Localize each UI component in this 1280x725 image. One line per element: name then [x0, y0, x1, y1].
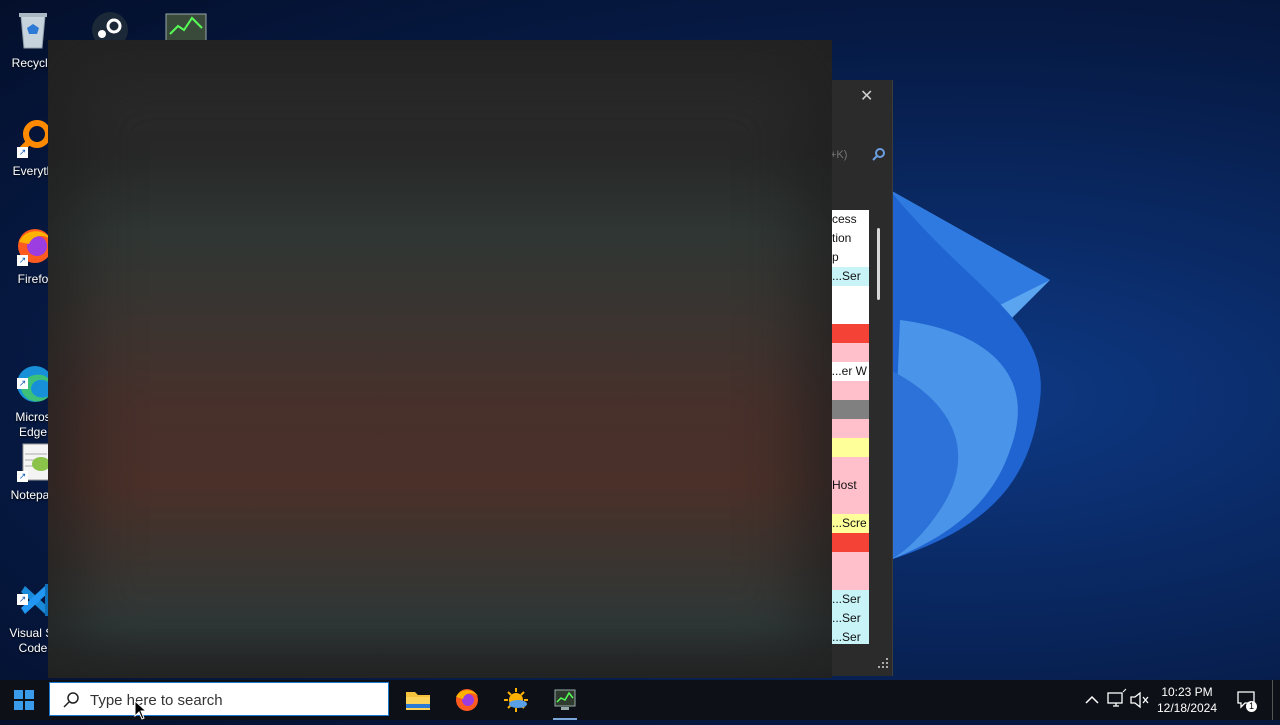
process-row[interactable]: [832, 324, 869, 343]
chevron-up-icon: [1085, 695, 1099, 704]
process-row[interactable]: [832, 495, 869, 514]
process-row[interactable]: tion: [832, 229, 869, 248]
process-row[interactable]: Scre...: [832, 514, 869, 533]
process-row[interactable]: Ser...: [832, 590, 869, 609]
process-row[interactable]: Ser...: [832, 267, 869, 286]
process-row[interactable]: [832, 400, 869, 419]
shortcut-arrow-icon: ↗: [17, 594, 28, 605]
taskbar-weather-app[interactable]: [492, 680, 540, 720]
show-hidden-icons-chevron[interactable]: [1082, 680, 1102, 720]
notification-icon: [1237, 691, 1255, 709]
system-monitor-icon[interactable]: [164, 8, 208, 44]
process-row[interactable]: [832, 457, 869, 476]
process-list[interactable]: cess tion p Ser... er W... Host Scre... Ser... S…: [832, 210, 869, 644]
process-row[interactable]: p: [832, 248, 869, 267]
taskbar: 10:23 PM 12/18/2024 1: [0, 680, 1280, 720]
shortcut-arrow-icon: ↗: [17, 378, 28, 389]
file-explorer-icon: [406, 692, 430, 710]
search-input[interactable]: [88, 688, 382, 712]
process-row[interactable]: [832, 571, 869, 590]
taskbar-firefox[interactable]: [443, 680, 491, 720]
clock-date: 12/18/2024: [1156, 701, 1218, 715]
show-desktop-divider[interactable]: [1272, 680, 1273, 720]
scrollbar[interactable]: [877, 228, 880, 300]
system-monitor-icon: [554, 689, 576, 710]
process-row[interactable]: Host: [832, 476, 869, 495]
process-row[interactable]: Ser...: [832, 609, 869, 628]
process-row[interactable]: [832, 305, 869, 324]
taskbar-search-box[interactable]: [49, 682, 389, 716]
shortcut-arrow-icon: ↗: [17, 147, 28, 158]
start-button[interactable]: [0, 680, 48, 720]
search-icon: [63, 692, 79, 708]
network-status[interactable]: [1104, 680, 1128, 720]
process-row[interactable]: cess: [832, 210, 869, 229]
taskbar-file-explorer[interactable]: [394, 680, 442, 720]
notification-center-button[interactable]: [1234, 680, 1258, 720]
shortcut-arrow-icon: ↗: [17, 471, 28, 482]
process-row[interactable]: Ser...: [832, 628, 869, 644]
firefox-icon: [456, 689, 478, 711]
resize-grip-icon[interactable]: [878, 658, 888, 668]
process-row[interactable]: [832, 286, 869, 305]
notification-count-badge: 1: [1246, 701, 1257, 712]
close-icon[interactable]: ✕: [860, 86, 873, 106]
network-monitor-icon: [1107, 688, 1127, 707]
taskbar-system-monitor[interactable]: [541, 680, 589, 720]
process-row[interactable]: [832, 438, 869, 457]
process-row[interactable]: [832, 533, 869, 552]
process-row[interactable]: [832, 552, 869, 571]
process-row[interactable]: er W...: [832, 362, 869, 381]
blurred-window[interactable]: [48, 40, 832, 678]
search-icon[interactable]: [872, 147, 886, 161]
volume-control[interactable]: [1128, 680, 1150, 720]
speaker-muted-icon: [1130, 691, 1149, 709]
shortcut-arrow-icon: ↗: [17, 255, 28, 266]
process-row[interactable]: [832, 343, 869, 362]
windows-logo-icon: [14, 690, 34, 710]
process-row[interactable]: [832, 419, 869, 438]
steam-icon[interactable]: [88, 8, 132, 48]
taskbar-clock[interactable]: 10:23 PM 12/18/2024: [1150, 684, 1224, 716]
process-row[interactable]: [832, 381, 869, 400]
clock-time: 10:23 PM: [1161, 685, 1213, 699]
mouse-cursor-icon: [134, 700, 146, 720]
weather-app-icon: [504, 688, 528, 712]
